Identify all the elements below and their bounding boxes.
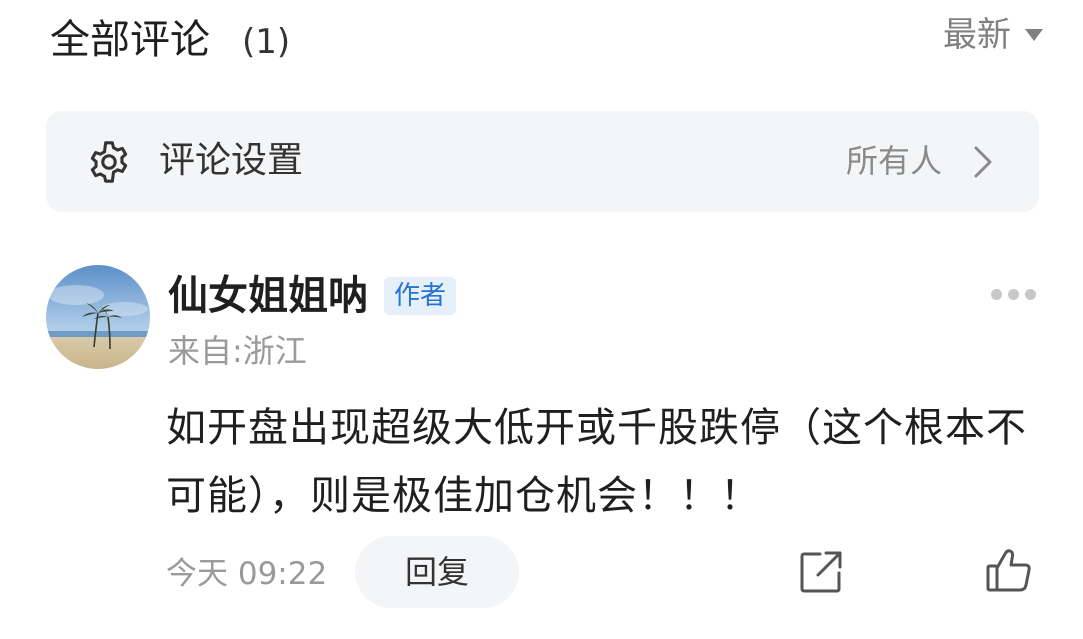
author-badge: 作者 — [384, 277, 457, 315]
thumbs-up-icon[interactable] — [985, 546, 1033, 594]
comment-text: 如开盘出现超级大低开或千股跌停（这个根本不可能），则是极佳加仓机会！！！ — [166, 405, 1027, 519]
sort-dropdown[interactable]: 最新 — [943, 12, 1043, 58]
more-dots-icon[interactable] — [991, 287, 1037, 301]
comment-location: 来自:浙江 — [168, 332, 307, 370]
author-row: 仙女姐姐呐 作者 — [168, 268, 457, 324]
share-icon[interactable] — [798, 549, 844, 595]
chevron-right-icon — [974, 146, 992, 178]
caret-down-icon — [1025, 29, 1043, 41]
author-name[interactable]: 仙女姐姐呐 — [168, 270, 368, 322]
settings-label: 评论设置 — [159, 140, 304, 181]
reply-button[interactable]: 回复 — [355, 536, 519, 608]
comment-settings-row[interactable]: 评论设置 所有人 — [46, 111, 1039, 212]
comment-time: 今天 09:22 — [166, 556, 328, 592]
comments-title: 全部评论 — [50, 17, 210, 63]
sort-label: 最新 — [943, 15, 1011, 55]
comments-header: 全部评论 (1) 最新 — [0, 0, 1083, 90]
gear-icon — [90, 141, 128, 183]
comments-count: (1) — [242, 22, 291, 62]
beach-palm-trees-avatar — [46, 265, 150, 369]
settings-value: 所有人 — [845, 142, 942, 180]
avatar[interactable] — [46, 265, 150, 369]
